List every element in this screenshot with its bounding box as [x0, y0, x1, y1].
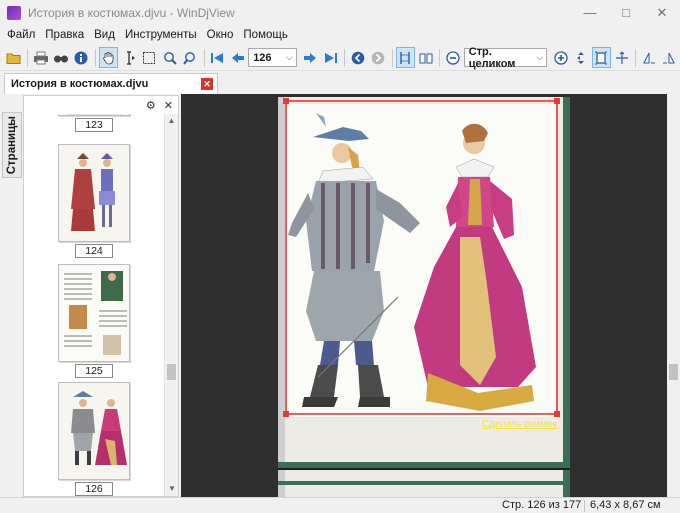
thumbnail-page[interactable]: 126	[58, 382, 130, 496]
last-page-icon[interactable]	[321, 47, 340, 68]
chevron-down-icon: ⌵	[285, 52, 293, 62]
toolbar: 126 ⌵ Стр. целиком ⌵	[0, 45, 680, 71]
menu-file[interactable]: Файл	[2, 29, 40, 41]
chevron-down-icon: ⌵	[536, 52, 544, 62]
pages-side-tab[interactable]: Страницы	[2, 112, 22, 178]
first-page-icon[interactable]	[208, 47, 227, 68]
thumbnail-page[interactable]: 124	[58, 144, 130, 258]
menu-help[interactable]: Помощь	[238, 29, 292, 41]
rotate-left-icon[interactable]	[639, 47, 658, 68]
menu-view[interactable]: Вид	[89, 29, 120, 41]
close-tab-icon[interactable]: ✕	[201, 78, 213, 90]
prev-page-icon[interactable]	[228, 47, 247, 68]
thumbnails-panel: ⚙ ✕ 123 124 125 126 ▲ ▼	[23, 95, 179, 497]
fit-page-icon[interactable]	[591, 47, 612, 68]
thumbnail-image	[58, 382, 130, 480]
document-viewer[interactable]: 314x361 Сделать снимок	[181, 94, 667, 497]
menu-window[interactable]: Окно	[202, 29, 239, 41]
zoom-in-icon[interactable]	[551, 47, 570, 68]
find-icon[interactable]	[52, 47, 71, 68]
page-number-combo[interactable]: 126 ⌵	[248, 48, 297, 67]
thumbnail-page[interactable]: 125	[58, 264, 130, 378]
zoom-rect-icon[interactable]	[180, 47, 199, 68]
zoom-combo[interactable]: Стр. целиком ⌵	[463, 45, 548, 70]
status-page-count: Стр. 126 из 177	[502, 499, 582, 511]
scroll-up-icon[interactable]: ▲	[165, 114, 178, 128]
single-page-icon[interactable]	[395, 47, 416, 68]
thumbnail-image	[58, 264, 130, 362]
info-icon[interactable]	[72, 47, 91, 68]
menu-bar: Файл Правка Вид Инструменты Окно Помощь	[0, 25, 680, 45]
rotate-right-icon[interactable]	[660, 47, 679, 68]
document-tab-label: История в костюмах.djvu	[11, 78, 149, 90]
scrollbar-thumb[interactable]	[669, 364, 678, 380]
menu-edit[interactable]: Правка	[40, 29, 89, 41]
thumbnail-page-number: 124	[75, 244, 113, 258]
maximize-button[interactable]: □	[608, 0, 644, 25]
status-page-size: 6,43 x 8,67 см	[590, 499, 661, 511]
thumbnail-page-number: 123	[75, 118, 113, 132]
back-icon[interactable]	[348, 47, 367, 68]
selection-rectangle[interactable]	[181, 94, 667, 497]
window-title: История в костюмах.djvu - WinDjView	[28, 5, 235, 20]
select-rect-icon[interactable]	[140, 47, 159, 68]
gear-icon[interactable]: ⚙	[146, 99, 156, 112]
thumbnail-image	[58, 114, 130, 116]
minimize-button[interactable]: —	[572, 0, 608, 25]
scroll-down-icon[interactable]: ▼	[165, 482, 179, 496]
take-snapshot-link[interactable]: Сделать снимок	[482, 419, 557, 430]
thumbnails-scrollbar[interactable]: ▲ ▼	[164, 114, 178, 496]
fit-width-icon[interactable]	[571, 47, 590, 68]
page-number-value: 126	[253, 51, 272, 64]
scrollbar-thumb[interactable]	[167, 364, 176, 380]
select-text-icon[interactable]	[119, 47, 138, 68]
title-bar: История в костюмах.djvu - WinDjView — □ …	[0, 0, 680, 25]
zoom-out-icon[interactable]	[443, 47, 462, 68]
close-button[interactable]: ✕	[644, 0, 680, 25]
thumbnail-page-number: 126	[75, 482, 113, 496]
zoom-in-tool-icon[interactable]	[160, 47, 179, 68]
forward-icon[interactable]	[369, 47, 388, 68]
zoom-value: Стр. целиком	[468, 45, 516, 70]
thumbnail-page-number: 125	[75, 364, 113, 378]
open-icon[interactable]	[4, 47, 23, 68]
next-page-icon[interactable]	[301, 47, 320, 68]
actual-size-icon[interactable]	[612, 47, 631, 68]
two-page-icon[interactable]	[416, 47, 435, 68]
selection-size-label: 314x361	[290, 94, 326, 95]
print-icon[interactable]	[31, 47, 50, 68]
hand-tool-icon[interactable]	[99, 47, 119, 68]
viewer-scrollbar[interactable]	[667, 94, 680, 497]
status-bar: Стр. 126 из 177 6,43 x 8,67 см	[0, 497, 680, 513]
document-tab[interactable]: История в костюмах.djvu ✕	[4, 73, 218, 94]
document-tab-bar: История в костюмах.djvu ✕	[0, 71, 680, 94]
thumbnail-page[interactable]: 123	[58, 114, 130, 132]
close-icon[interactable]: ✕	[164, 99, 173, 112]
app-icon	[7, 5, 21, 20]
thumbnail-image	[58, 144, 130, 242]
menu-tools[interactable]: Инструменты	[120, 29, 202, 41]
pages-side-tab-label: Страницы	[6, 115, 18, 175]
